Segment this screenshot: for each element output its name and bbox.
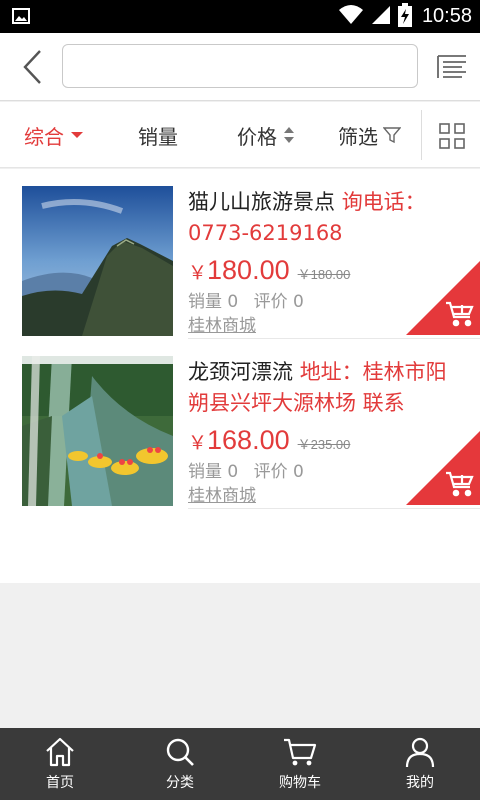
nav-me-label: 我的 — [406, 775, 434, 791]
product-sales: 销量 0 — [188, 292, 239, 312]
product-reviews: 评价 0 — [253, 292, 304, 312]
search-icon — [166, 738, 194, 766]
add-to-cart-button[interactable] — [406, 261, 480, 335]
product-title[interactable]: 猫儿山旅游景点 询电话：0773-6219168 — [188, 187, 458, 249]
list-menu-icon — [437, 55, 466, 78]
signal-icon — [370, 4, 392, 30]
product-reviews: 评价 0 — [253, 462, 304, 482]
product-title-text: 龙颈河漂流 — [188, 360, 293, 384]
product-list: 猫儿山旅游景点 询电话：0773-6219168 ￥ 180.00 ￥180.0… — [0, 169, 480, 583]
home-icon — [46, 737, 74, 767]
product-stats: 销量 0 评价 0 — [188, 287, 304, 312]
caret-down-icon — [71, 132, 83, 138]
sort-divider — [421, 110, 422, 160]
grid-view-button[interactable] — [438, 122, 466, 150]
image-icon — [12, 7, 30, 29]
sort-bar: 综合 销量 价格 筛选 — [0, 102, 480, 168]
sort-price[interactable]: 价格 — [237, 102, 295, 168]
product-image[interactable] — [22, 356, 173, 506]
product-title-text: 猫儿山旅游景点 — [188, 190, 335, 214]
search-input[interactable] — [62, 44, 418, 88]
product-sales: 销量 0 — [188, 462, 239, 482]
wifi-icon — [338, 4, 364, 30]
price-currency: ￥ — [188, 432, 208, 454]
back-button[interactable] — [14, 47, 50, 87]
price-row: ￥ 168.00 ￥235.00 — [188, 425, 350, 456]
product-shop-link[interactable]: 桂林商城 — [188, 311, 256, 336]
product-old-price: ￥180.00 — [297, 267, 351, 282]
product-image[interactable] — [22, 186, 173, 336]
bottom-nav: 首页 分类 购物车 我的 — [0, 728, 480, 800]
price-currency: ￥ — [188, 262, 208, 284]
product-price: 180.00 — [207, 255, 290, 285]
product-divider — [188, 508, 480, 509]
sort-price-label: 价格 — [237, 124, 277, 149]
list-view-button[interactable] — [434, 47, 470, 87]
cart-icon — [284, 738, 317, 766]
status-time: 10:58 — [421, 5, 472, 27]
nav-me[interactable]: 我的 — [360, 728, 480, 800]
sort-filter-label: 筛选 — [338, 124, 378, 149]
sort-filter[interactable]: 筛选 — [338, 102, 401, 168]
nav-home[interactable]: 首页 — [0, 728, 120, 800]
chevron-left-icon — [23, 50, 41, 84]
battery-charging-icon — [397, 2, 412, 31]
product-old-price: ￥235.00 — [297, 437, 351, 452]
user-icon — [405, 737, 435, 768]
product-item[interactable]: 龙颈河漂流 地址：桂林市阳朔县兴坪大源林场 联系 ￥ 168.00 ￥235.0… — [22, 339, 480, 509]
nav-cart-label: 购物车 — [279, 775, 321, 791]
product-price: 168.00 — [207, 425, 290, 455]
price-row: ￥ 180.00 ￥180.00 — [188, 255, 350, 286]
sort-comprehensive[interactable]: 综合 — [24, 102, 84, 168]
filter-funnel-icon — [383, 127, 401, 144]
status-bar: 10:58 — [0, 0, 480, 33]
sort-sales-label: 销量 — [138, 124, 178, 149]
product-item[interactable]: 猫儿山旅游景点 询电话：0773-6219168 ￥ 180.00 ￥180.0… — [22, 169, 480, 339]
add-to-cart-button[interactable] — [406, 431, 480, 505]
grid-icon — [439, 123, 465, 149]
search-header — [0, 33, 480, 101]
sort-sales[interactable]: 销量 — [138, 102, 178, 168]
nav-cart[interactable]: 购物车 — [240, 728, 360, 800]
nav-category-label: 分类 — [166, 775, 194, 791]
nav-category[interactable]: 分类 — [120, 728, 240, 800]
nav-home-label: 首页 — [46, 775, 74, 791]
product-shop-link[interactable]: 桂林商城 — [188, 481, 256, 506]
sort-updown-icon — [284, 127, 294, 143]
product-stats: 销量 0 评价 0 — [188, 457, 304, 482]
sort-comprehensive-label: 综合 — [24, 124, 64, 149]
product-title[interactable]: 龙颈河漂流 地址：桂林市阳朔县兴坪大源林场 联系 — [188, 357, 458, 419]
